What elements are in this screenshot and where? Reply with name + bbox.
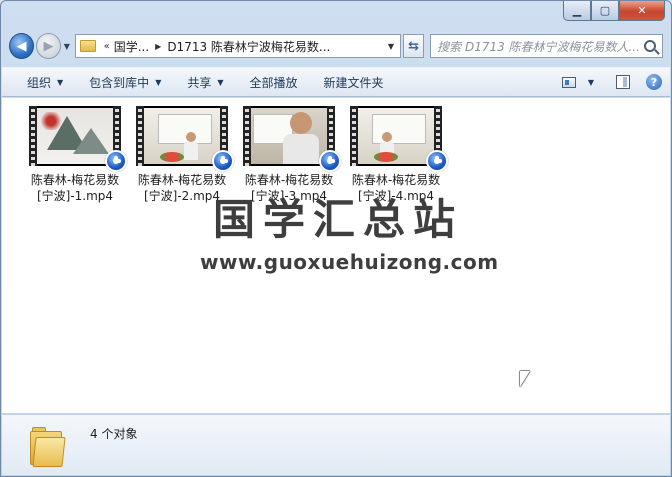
chevron-down-icon: ▼ — [57, 77, 64, 87]
recent-pages-dropdown[interactable]: ▼ — [61, 42, 73, 51]
explorer-window: ▁ ▢ ✕ ◀ ▶ ▼ « 国学... ▶ D1713 陈春林宁波梅花易数...… — [0, 0, 672, 477]
media-player-icon — [105, 150, 127, 172]
change-view-icon[interactable] — [561, 76, 576, 88]
media-player-icon — [426, 150, 448, 172]
watermark-title: 国学汇总站 — [212, 195, 463, 244]
maximize-button[interactable]: ▢ — [591, 1, 619, 21]
watermark-url: www.guoxuehuizong.com — [200, 250, 499, 274]
include-in-library-label: 包含到库中 — [89, 75, 150, 90]
caption-buttons: ▁ ▢ ✕ — [563, 1, 665, 21]
file-list-area[interactable]: 陈春林-梅花易数[宁波]-1.mp4 陈春林-梅花易数[宁波]-2.mp4 陈春… — [2, 98, 670, 414]
search-input[interactable]: 搜索 D1713 陈春林宁波梅花易数人... — [437, 38, 640, 55]
file-item-4[interactable]: 陈春林-梅花易数[宁波]-4.mp4 — [346, 106, 448, 204]
film-strip-icon — [29, 106, 37, 166]
film-strip-icon — [350, 106, 358, 166]
view-options-dropdown-icon[interactable]: ▼ — [588, 78, 594, 87]
details-pane: 4 个对象 — [2, 415, 670, 475]
address-segment-2[interactable]: D1713 陈春林宁波梅花易数... — [167, 38, 330, 55]
view-controls: ▼ ? — [561, 74, 670, 90]
address-overflow-chevron[interactable]: « — [104, 41, 110, 52]
navigation-bar: ◀ ▶ ▼ « 国学... ▶ D1713 陈春林宁波梅花易数... ▼ ⇆ 搜… — [9, 31, 663, 61]
thumbnail-detail — [374, 152, 398, 162]
command-bar: 组织 ▼ 包含到库中 ▼ 共享 ▼ 全部播放 新建文件夹 ▼ ? — [2, 67, 670, 97]
file-name[interactable]: 陈春林-梅花易数[宁波]-1.mp4 — [25, 172, 125, 204]
file-item-3[interactable]: 陈春林-梅花易数[宁波]-3.mp4 — [239, 106, 341, 204]
refresh-button[interactable]: ⇆ — [402, 34, 425, 58]
forward-button[interactable]: ▶ — [36, 33, 62, 59]
thumbnail-frame — [144, 108, 220, 164]
folder-icon — [79, 40, 96, 52]
file-item-1[interactable]: 陈春林-梅花易数[宁波]-1.mp4 — [25, 106, 127, 204]
address-separator-icon[interactable]: ▶ — [155, 42, 161, 51]
thumbnail-frame — [37, 108, 113, 164]
include-in-library-menu[interactable]: 包含到库中 ▼ — [76, 70, 174, 94]
preview-pane-icon[interactable] — [616, 75, 630, 89]
search-icon[interactable] — [644, 40, 656, 52]
organize-menu[interactable]: 组织 ▼ — [14, 70, 76, 94]
file-item-2[interactable]: 陈春林-梅花易数[宁波]-2.mp4 — [132, 106, 234, 204]
share-menu[interactable]: 共享 ▼ — [174, 70, 236, 94]
thumbnail-detail — [73, 128, 109, 154]
video-thumbnail[interactable] — [136, 106, 234, 172]
media-player-icon — [212, 150, 234, 172]
film-strip-icon — [136, 106, 144, 166]
help-icon[interactable]: ? — [646, 74, 662, 90]
watermark: 国学汇总站 www.guoxuehuizong.com — [200, 194, 499, 274]
thumbnail-detail — [160, 152, 184, 162]
search-box[interactable]: 搜索 D1713 陈春林宁波梅花易数人... — [430, 34, 663, 58]
new-folder-button[interactable]: 新建文件夹 — [311, 70, 397, 94]
address-segment-1[interactable]: 国学... — [114, 38, 149, 55]
close-button[interactable]: ✕ — [619, 1, 665, 21]
film-strip-icon — [243, 106, 251, 166]
video-thumbnail[interactable] — [29, 106, 127, 172]
thumbnail-detail — [283, 112, 319, 164]
thumbnail-frame — [358, 108, 434, 164]
share-label: 共享 — [187, 75, 212, 90]
address-bar[interactable]: « 国学... ▶ D1713 陈春林宁波梅花易数... ▼ — [74, 34, 401, 58]
folder-icon — [30, 425, 66, 467]
mouse-cursor-icon — [520, 371, 530, 387]
video-thumbnail[interactable] — [350, 106, 448, 172]
video-thumbnail[interactable] — [243, 106, 341, 172]
thumbnail-frame — [251, 108, 327, 164]
chevron-down-icon: ▼ — [155, 77, 162, 87]
organize-label: 组织 — [27, 75, 52, 90]
play-all-button[interactable]: 全部播放 — [237, 70, 311, 94]
back-button[interactable]: ◀ — [9, 33, 35, 59]
address-dropdown-icon[interactable]: ▼ — [382, 35, 400, 57]
thumbnail-detail — [184, 132, 198, 160]
media-player-icon — [319, 150, 341, 172]
minimize-button[interactable]: ▁ — [563, 1, 591, 21]
item-count: 4 个对象 — [90, 427, 138, 441]
chevron-down-icon: ▼ — [217, 77, 224, 87]
